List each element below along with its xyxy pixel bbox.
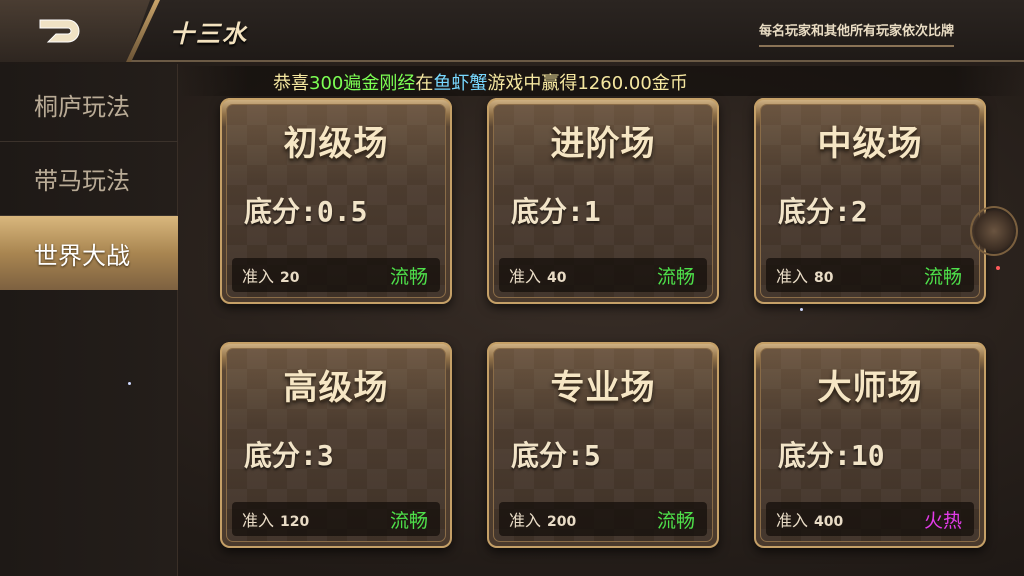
announcement-player: 300遍金刚经 <box>309 73 416 94</box>
base-score-label: 底分: <box>244 195 317 228</box>
entry-label: 准入 <box>242 511 275 530</box>
sparkle-decoration <box>996 266 1000 270</box>
room-name: 初级场 <box>283 124 389 164</box>
entry-value: 400 <box>814 514 844 530</box>
base-score: 底分:1 <box>511 190 601 230</box>
entry-value: 120 <box>280 514 310 530</box>
page-title: 十三水 <box>170 19 248 48</box>
entry-requirement: 准入 200 <box>509 507 576 531</box>
top-bar: 十三水 每名玩家和其他所有玩家依次比牌 <box>0 0 1024 62</box>
entry-label: 准入 <box>509 267 542 286</box>
base-score-value: 0.5 <box>316 195 368 228</box>
sidebar-item-label: 世界大战 <box>34 241 130 270</box>
entry-label: 准入 <box>242 267 275 286</box>
base-score: 底分:5 <box>511 434 601 474</box>
announcement-game: 鱼虾蟹 <box>433 73 488 94</box>
base-score: 底分:2 <box>778 190 868 230</box>
base-score-value: 1 <box>583 195 601 228</box>
base-score: 底分:0.5 <box>244 190 367 230</box>
room-status: 流畅 <box>389 509 428 532</box>
entry-requirement: 准入 80 <box>776 263 834 287</box>
back-arrow-icon <box>38 16 88 46</box>
room-name: 专业场 <box>550 368 656 408</box>
base-score-value: 10 <box>850 439 885 472</box>
room-card-advanced[interactable]: 进阶场 底分:1 准入 40 流畅 <box>487 98 719 304</box>
floating-emblem-icon[interactable] <box>970 206 1018 256</box>
room-status: 流畅 <box>656 265 695 288</box>
room-name: 高级场 <box>283 368 389 408</box>
room-status: 流畅 <box>656 509 695 532</box>
mode-sidebar: 桐庐玩法 带马玩法 世界大战 <box>0 64 178 576</box>
base-score-label: 底分: <box>511 195 584 228</box>
base-score-label: 底分: <box>778 195 851 228</box>
room-card-professional[interactable]: 专业场 底分:5 准入 200 流畅 <box>487 342 719 548</box>
base-score-label: 底分: <box>778 439 851 472</box>
announcement-prefix: 恭喜 <box>273 73 309 94</box>
entry-requirement: 准入 40 <box>509 263 567 287</box>
sidebar-item-daima[interactable]: 带马玩法 <box>0 142 178 216</box>
entry-value: 200 <box>547 514 577 530</box>
sidebar-item-label: 桐庐玩法 <box>34 93 130 121</box>
room-footer: 准入 80 流畅 <box>766 258 974 292</box>
entry-value: 20 <box>280 270 300 286</box>
announcement-marquee: 恭喜300遍金刚经在鱼虾蟹游戏中赢得1260.00金币 <box>180 66 1024 96</box>
base-score-value: 2 <box>850 195 868 228</box>
room-status: 流畅 <box>923 265 962 288</box>
base-score: 底分:3 <box>244 434 334 474</box>
entry-label: 准入 <box>509 511 542 530</box>
base-score-value: 5 <box>583 439 601 472</box>
entry-requirement: 准入 400 <box>776 507 843 531</box>
room-footer: 准入 200 流畅 <box>499 502 707 536</box>
entry-label: 准入 <box>776 267 809 286</box>
room-footer: 准入 400 火热 <box>766 502 974 536</box>
room-name: 大师场 <box>817 368 923 408</box>
announcement-mid: 在 <box>415 73 434 94</box>
base-score-label: 底分: <box>511 439 584 472</box>
back-button[interactable] <box>0 0 150 62</box>
announcement-suffix: 游戏中赢得1260.00金币 <box>487 73 688 94</box>
base-score: 底分:10 <box>778 434 885 474</box>
entry-requirement: 准入 120 <box>242 507 309 531</box>
room-card-senior[interactable]: 高级场 底分:3 准入 120 流畅 <box>220 342 452 548</box>
sidebar-item-label: 带马玩法 <box>34 167 130 195</box>
room-card-master[interactable]: 大师场 底分:10 准入 400 火热 <box>754 342 986 548</box>
entry-requirement: 准入 20 <box>242 263 300 287</box>
rule-description: 每名玩家和其他所有玩家依次比牌 <box>758 20 954 47</box>
room-name: 进阶场 <box>550 124 656 164</box>
room-footer: 准入 20 流畅 <box>232 258 440 292</box>
room-name: 中级场 <box>817 124 923 164</box>
sidebar-item-world-war[interactable]: 世界大战 <box>0 216 178 290</box>
room-footer: 准入 40 流畅 <box>499 258 707 292</box>
sparkle-decoration <box>800 308 803 311</box>
entry-value: 40 <box>547 270 567 286</box>
room-status: 流畅 <box>389 265 428 288</box>
base-score-value: 3 <box>316 439 334 472</box>
room-footer: 准入 120 流畅 <box>232 502 440 536</box>
entry-value: 80 <box>814 270 834 286</box>
sparkle-decoration <box>128 382 131 385</box>
entry-label: 准入 <box>776 511 809 530</box>
room-card-intermediate[interactable]: 中级场 底分:2 准入 80 流畅 <box>754 98 986 304</box>
base-score-label: 底分: <box>244 439 317 472</box>
room-card-beginner[interactable]: 初级场 底分:0.5 准入 20 流畅 <box>220 98 452 304</box>
announcement-text: 恭喜300遍金刚经在鱼虾蟹游戏中赢得1260.00金币 <box>273 69 688 95</box>
sidebar-item-tonglu[interactable]: 桐庐玩法 <box>0 68 178 142</box>
room-status: 火热 <box>923 509 962 532</box>
